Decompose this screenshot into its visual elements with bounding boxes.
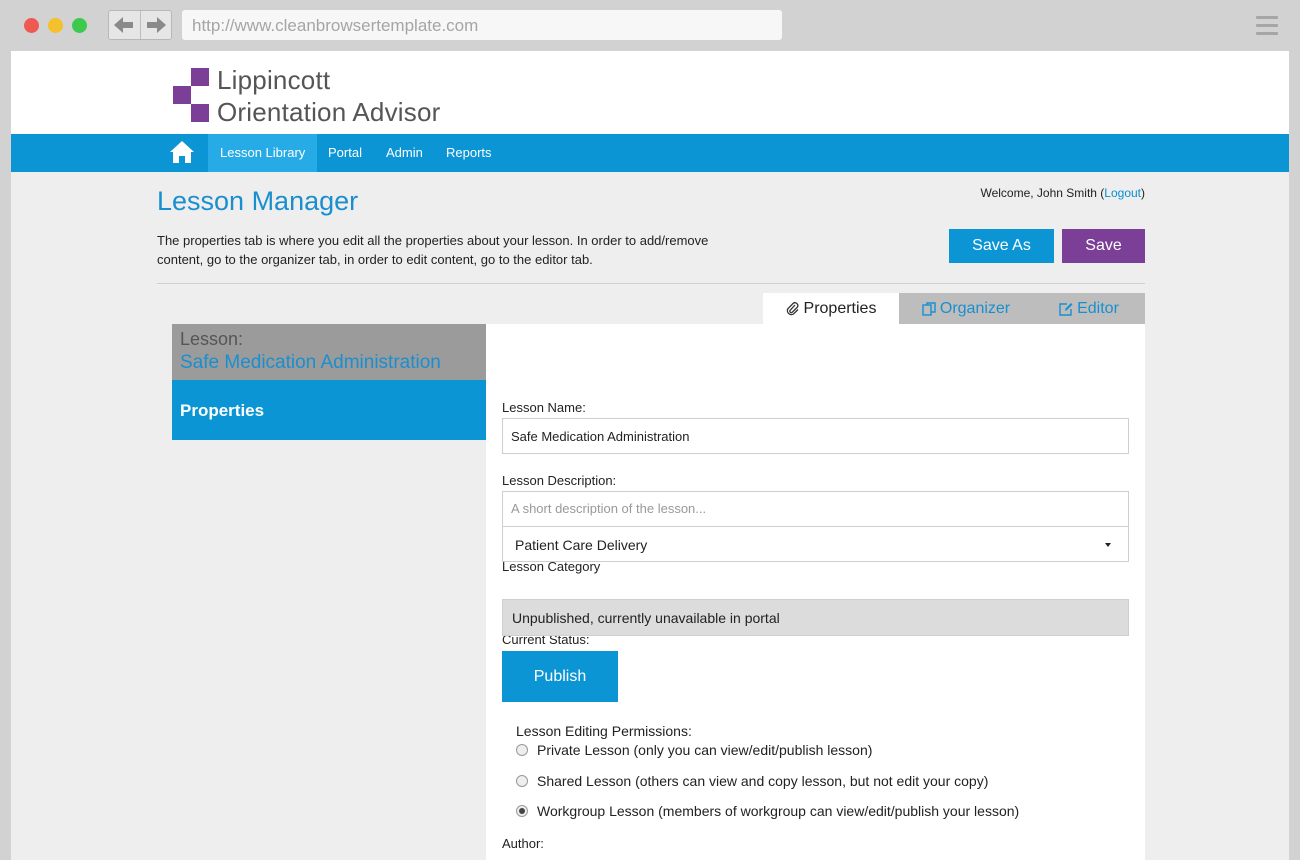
properties-panel: Lesson Name: Lesson Description: Lesson … xyxy=(486,324,1145,860)
nav-item-portal[interactable]: Portal xyxy=(316,134,374,172)
tab-properties[interactable]: Properties xyxy=(763,293,899,325)
edit-icon xyxy=(1059,303,1073,316)
tab-editor[interactable]: Editor xyxy=(1033,293,1145,325)
chevron-down-icon xyxy=(1105,543,1111,547)
lesson-label: Lesson: xyxy=(180,329,244,349)
permissions-label: Lesson Editing Permissions: xyxy=(516,723,692,739)
tab-organizer[interactable]: Organizer xyxy=(899,293,1033,325)
radio-private[interactable] xyxy=(516,744,528,756)
browser-titlebar: http://www.cleanbrowsertemplate.com xyxy=(0,0,1300,51)
hamburger-icon[interactable] xyxy=(1256,16,1278,40)
permission-private[interactable]: Private Lesson (only you can view/edit/p… xyxy=(516,742,872,758)
tab-editor-label: Editor xyxy=(1077,300,1119,317)
close-window-button[interactable] xyxy=(24,18,39,33)
forward-button[interactable] xyxy=(139,11,172,39)
home-icon[interactable] xyxy=(169,140,195,164)
lesson-description-label: Lesson Description: xyxy=(502,473,617,488)
page-title: Lesson Manager xyxy=(157,186,359,216)
address-bar[interactable]: http://www.cleanbrowsertemplate.com xyxy=(182,10,782,40)
site-header: Lippincott Orientation Advisor xyxy=(11,51,1289,134)
lesson-name-link[interactable]: Safe Medication Administration xyxy=(180,350,478,376)
paperclip-icon xyxy=(786,302,798,316)
save-button[interactable]: Save xyxy=(1062,229,1145,263)
lesson-header: Lesson: Safe Medication Administration xyxy=(172,324,486,380)
publish-button[interactable]: Publish xyxy=(502,651,618,702)
current-status-field: Unpublished, currently unavailable in po… xyxy=(502,599,1129,636)
brand-line-1: Lippincott xyxy=(217,65,331,95)
radio-shared[interactable] xyxy=(516,775,528,787)
logout-link[interactable]: Logout xyxy=(1104,186,1141,200)
maximize-window-button[interactable] xyxy=(72,18,87,33)
history-buttons xyxy=(108,10,172,40)
brand-name[interactable]: Lippincott Orientation Advisor xyxy=(217,64,440,128)
tab-properties-label: Properties xyxy=(803,300,877,317)
lesson-category-value: Patient Care Delivery xyxy=(515,537,648,553)
save-as-button[interactable]: Save As xyxy=(949,229,1054,263)
permission-shared[interactable]: Shared Lesson (others can view and copy … xyxy=(516,773,988,789)
welcome-text: Welcome, John Smith ( xyxy=(980,186,1105,200)
arrow-left-icon xyxy=(114,17,134,33)
permission-workgroup-label: Workgroup Lesson (members of workgroup c… xyxy=(537,803,1020,819)
tab-organizer-label: Organizer xyxy=(939,300,1011,317)
nav-item-lesson-library[interactable]: Lesson Library xyxy=(208,134,318,172)
main-navigation: Lesson Library Portal Admin Reports xyxy=(11,134,1289,172)
back-button[interactable] xyxy=(109,11,140,39)
brand-line-2: Orientation Advisor xyxy=(217,97,441,127)
author-label: Author: xyxy=(502,836,544,851)
lesson-name-input[interactable] xyxy=(502,418,1129,454)
welcome-message: Welcome, John Smith (Logout) xyxy=(980,186,1145,200)
nav-item-reports[interactable]: Reports xyxy=(434,134,504,172)
brand-logo-icon[interactable] xyxy=(173,68,209,122)
lesson-name-label: Lesson Name: xyxy=(502,400,586,415)
permission-workgroup[interactable]: Workgroup Lesson (members of workgroup c… xyxy=(516,803,1019,819)
lesson-tabs: Properties Organizer Editor xyxy=(763,293,1145,325)
permission-private-label: Private Lesson (only you can view/edit/p… xyxy=(537,742,873,758)
nav-item-admin[interactable]: Admin xyxy=(374,134,435,172)
divider xyxy=(157,283,1145,284)
page-intro: The properties tab is where you edit all… xyxy=(157,233,709,267)
page-viewport: Lippincott Orientation Advisor Lesson Li… xyxy=(11,51,1289,860)
copy-icon xyxy=(922,302,936,316)
browser-window: http://www.cleanbrowsertemplate.com Lipp… xyxy=(0,0,1300,860)
minimize-window-button[interactable] xyxy=(48,18,63,33)
sidebar-item-properties[interactable]: Properties xyxy=(172,380,486,440)
lesson-category-select[interactable]: Patient Care Delivery xyxy=(502,526,1129,562)
radio-workgroup[interactable] xyxy=(516,805,528,817)
permission-shared-label: Shared Lesson (others can view and copy … xyxy=(537,773,989,789)
arrow-right-icon xyxy=(146,17,166,33)
welcome-close: ) xyxy=(1141,186,1145,200)
